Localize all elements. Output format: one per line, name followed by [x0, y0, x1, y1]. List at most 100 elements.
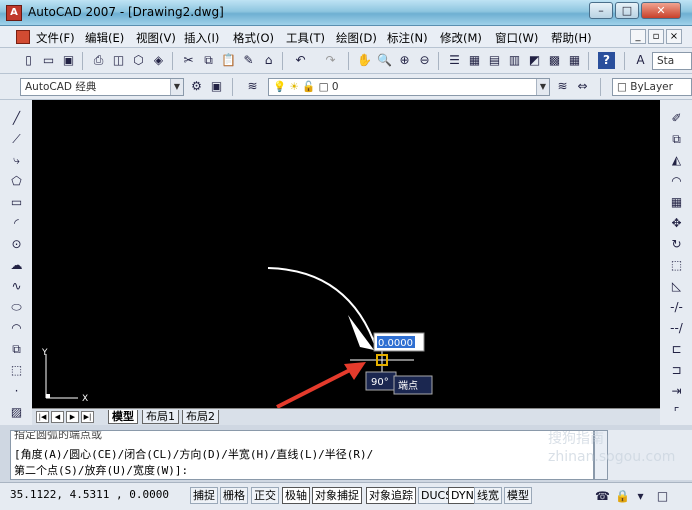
- zoom-previous-icon[interactable]: ⊖: [416, 52, 433, 69]
- polyline-icon[interactable]: ⤷: [8, 152, 25, 169]
- menu-tools[interactable]: 工具(T): [286, 30, 325, 46]
- workspace-settings-icon[interactable]: ⚙: [188, 78, 205, 95]
- revision-cloud-icon[interactable]: ☁: [8, 257, 25, 274]
- rectangle-icon[interactable]: ▭: [8, 194, 25, 211]
- layer-combo[interactable]: 💡 ☀ 🔓 □ 0 ▼: [268, 78, 550, 96]
- workspace-save-icon[interactable]: ▣: [208, 78, 225, 95]
- polygon-icon[interactable]: ⬠: [8, 173, 25, 190]
- drawing-doc-icon[interactable]: [16, 30, 30, 44]
- text-style-combo[interactable]: Sta: [652, 52, 692, 70]
- offset-icon[interactable]: ◠: [668, 173, 685, 190]
- menu-draw[interactable]: 绘图(D): [336, 30, 377, 46]
- minimize-button[interactable]: –: [589, 2, 613, 19]
- osnap-toggle[interactable]: 对象捕捉: [312, 487, 362, 504]
- circle-icon[interactable]: ⊙: [8, 236, 25, 253]
- snap-toggle[interactable]: 捕捉: [190, 487, 218, 504]
- hatch-icon[interactable]: ▨: [8, 404, 25, 421]
- lineweight-toggle[interactable]: 线宽: [474, 487, 502, 504]
- command-line[interactable]: 指定圆弧的端点或 [角度(A)/圆心(CE)/闭合(CL)/方向(D)/半宽(H…: [10, 430, 594, 480]
- quickcalc-icon[interactable]: ▩: [546, 52, 563, 69]
- text-style-icon[interactable]: A: [632, 52, 649, 69]
- menu-edit[interactable]: 编辑(E): [85, 30, 124, 46]
- workspace-combo[interactable]: AutoCAD 经典 ▼: [20, 78, 184, 96]
- trim-icon[interactable]: -/-: [668, 299, 685, 316]
- plot-preview-icon[interactable]: ◫: [110, 52, 127, 69]
- arc-icon[interactable]: ◜: [8, 215, 25, 232]
- dyn-input-value[interactable]: 0.0000: [378, 338, 413, 349]
- grid-toggle[interactable]: 栅格: [220, 487, 248, 504]
- copy-icon[interactable]: ⧉: [200, 52, 217, 69]
- copy-object-icon[interactable]: ⧉: [668, 131, 685, 148]
- publish-icon[interactable]: ⬡: [130, 52, 147, 69]
- make-block-icon[interactable]: ⬚: [8, 362, 25, 379]
- dyn-toggle[interactable]: DYN: [448, 487, 477, 504]
- construction-line-icon[interactable]: ⟋: [8, 131, 25, 148]
- break-icon[interactable]: ⊐: [668, 362, 685, 379]
- design-center-icon[interactable]: ▦: [466, 52, 483, 69]
- tab-layout1[interactable]: 布局1: [142, 410, 179, 424]
- undo-icon[interactable]: ↶: [292, 52, 309, 69]
- open-file-icon[interactable]: ▭: [40, 52, 57, 69]
- join-icon[interactable]: ⇥: [668, 383, 685, 400]
- drawing-canvas[interactable]: Y X 0.0000 90° 端点: [32, 100, 660, 408]
- ortho-toggle[interactable]: 正交: [251, 487, 279, 504]
- doc-restore-button[interactable]: ▫: [648, 29, 664, 44]
- menu-help[interactable]: 帮助(H): [551, 30, 592, 46]
- color-combo[interactable]: □ ByLayer: [612, 78, 692, 96]
- move-icon[interactable]: ✥: [668, 215, 685, 232]
- chamfer-icon[interactable]: ⌜: [668, 404, 685, 421]
- doc-close-button[interactable]: ×: [666, 29, 682, 44]
- tool-palettes-icon[interactable]: ▤: [486, 52, 503, 69]
- menu-insert[interactable]: 插入(I): [184, 30, 219, 46]
- next-tab-button[interactable]: ▶: [66, 411, 79, 423]
- help-icon[interactable]: ?: [598, 52, 615, 69]
- first-tab-button[interactable]: |◀: [36, 411, 49, 423]
- layer-previous-icon[interactable]: ⇔: [574, 78, 591, 95]
- ellipse-icon[interactable]: ⬭: [8, 299, 25, 316]
- mirror-icon[interactable]: ◭: [668, 152, 685, 169]
- close-button[interactable]: ✕: [641, 2, 681, 19]
- polar-toggle[interactable]: 极轴: [282, 487, 310, 504]
- menu-format[interactable]: 格式(O): [233, 30, 274, 46]
- markup-icon[interactable]: ◩: [526, 52, 543, 69]
- point-icon[interactable]: ·: [8, 383, 25, 400]
- new-file-icon[interactable]: ▯: [20, 52, 37, 69]
- match-properties-icon[interactable]: ✎: [240, 52, 257, 69]
- 3d-dwf-icon[interactable]: ◈: [150, 52, 167, 69]
- menu-window[interactable]: 窗口(W): [495, 30, 538, 46]
- menu-file[interactable]: 文件(F): [36, 30, 75, 46]
- rotate-icon[interactable]: ↻: [668, 236, 685, 253]
- autocad-app-icon[interactable]: A: [6, 5, 22, 21]
- tab-model[interactable]: 模型: [108, 410, 138, 424]
- array-icon[interactable]: ▦: [668, 194, 685, 211]
- menu-view[interactable]: 视图(V): [136, 30, 176, 46]
- save-icon[interactable]: ▣: [60, 52, 77, 69]
- paste-icon[interactable]: 📋: [220, 52, 237, 69]
- stretch-icon[interactable]: ◺: [668, 278, 685, 295]
- last-tab-button[interactable]: ▶|: [81, 411, 94, 423]
- tab-layout2[interactable]: 布局2: [182, 410, 219, 424]
- pan-icon[interactable]: ✋: [356, 52, 373, 69]
- make-current-layer-icon[interactable]: ≋: [554, 78, 571, 95]
- prev-tab-button[interactable]: ◀: [51, 411, 64, 423]
- insert-block-icon[interactable]: ⧉: [8, 341, 25, 358]
- erase-icon[interactable]: ✐: [668, 110, 685, 127]
- calculator-icon[interactable]: ▦: [566, 52, 583, 69]
- communication-center-icon[interactable]: ☎: [594, 488, 611, 505]
- properties-icon[interactable]: ☰: [446, 52, 463, 69]
- extend-icon[interactable]: --/: [668, 320, 685, 337]
- menu-modify[interactable]: 修改(M): [440, 30, 482, 46]
- coordinate-readout[interactable]: 35.1122, 4.5311 , 0.0000: [10, 488, 169, 501]
- cut-icon[interactable]: ✂: [180, 52, 197, 69]
- model-space-toggle[interactable]: 模型: [504, 487, 532, 504]
- ellipse-arc-icon[interactable]: ◠: [8, 320, 25, 337]
- menu-dimension[interactable]: 标注(N): [387, 30, 428, 46]
- sheet-set-icon[interactable]: ▥: [506, 52, 523, 69]
- spline-icon[interactable]: ∿: [8, 278, 25, 295]
- layer-manager-icon[interactable]: ≋: [244, 78, 261, 95]
- scale-icon[interactable]: ⬚: [668, 257, 685, 274]
- lock-icon[interactable]: 🔒: [614, 488, 631, 505]
- block-editor-icon[interactable]: ⌂: [260, 52, 277, 69]
- redo-icon[interactable]: ↷: [322, 52, 339, 69]
- break-at-point-icon[interactable]: ⊏: [668, 341, 685, 358]
